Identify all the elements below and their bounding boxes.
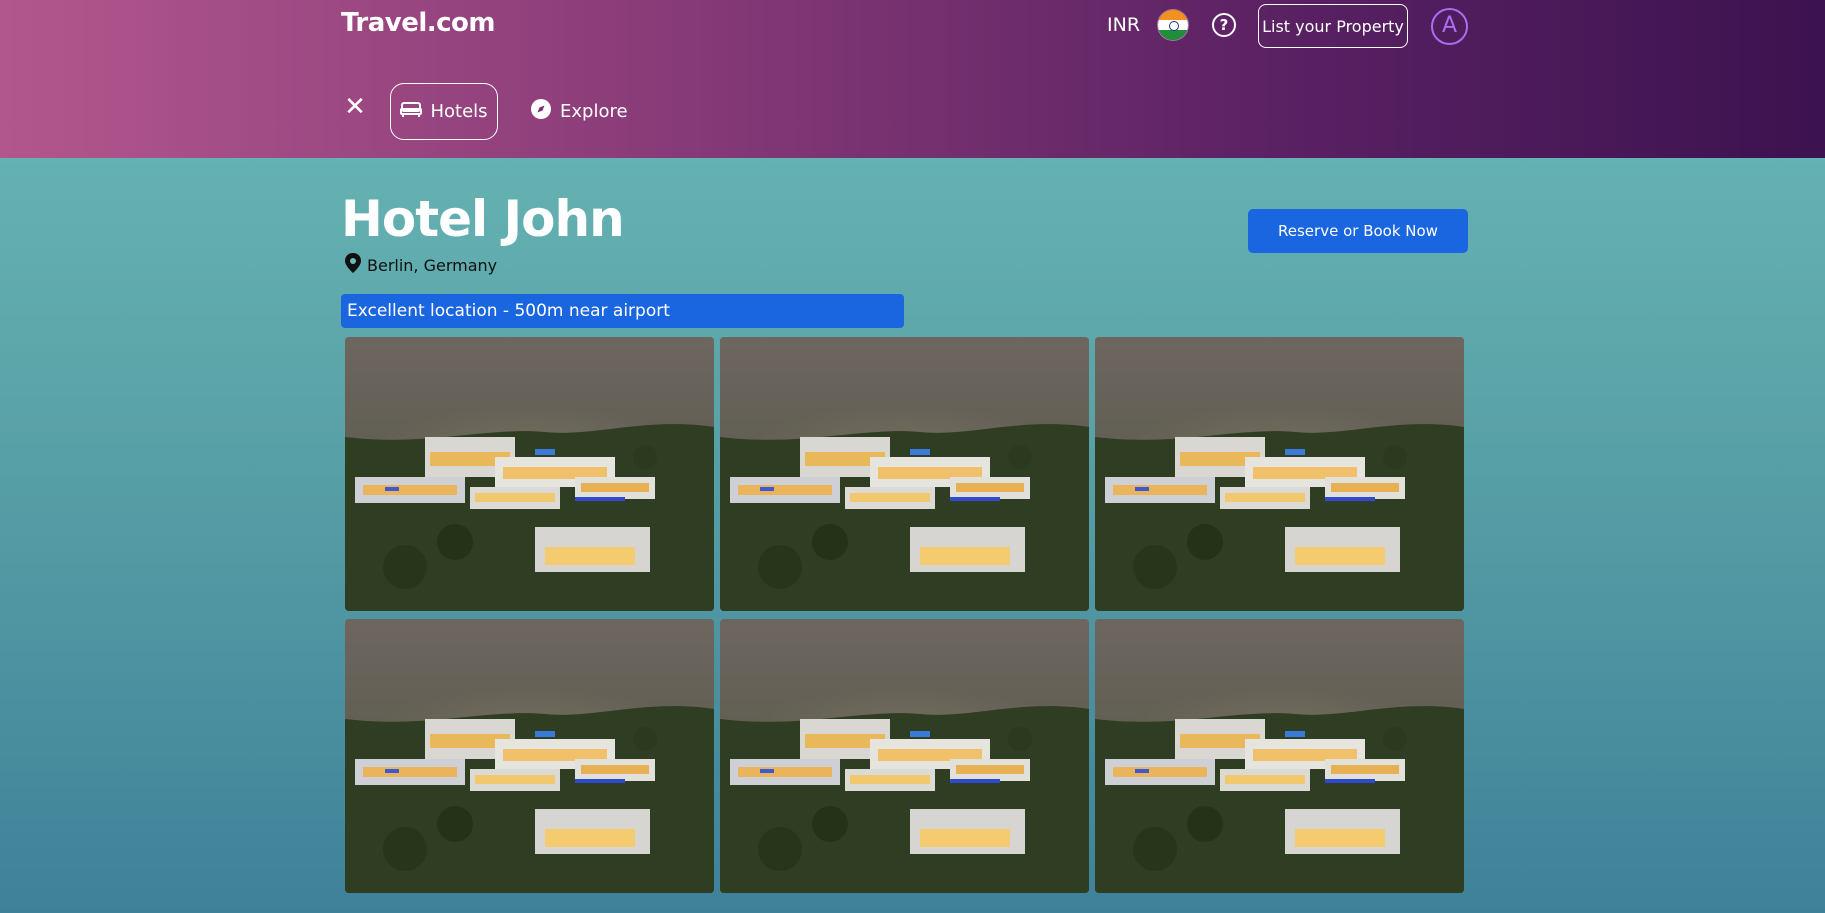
help-circle-icon[interactable]: ? xyxy=(1212,13,1236,37)
bed-icon xyxy=(400,100,423,123)
tab-hotels-label: Hotels xyxy=(430,101,488,122)
tab-hotels[interactable]: Hotels xyxy=(390,83,498,140)
hotel-photo[interactable] xyxy=(345,337,714,611)
location-text: Berlin, Germany xyxy=(367,255,498,275)
hotel-name: Hotel John xyxy=(341,190,625,248)
reserve-button[interactable]: Reserve or Book Now xyxy=(1248,209,1468,253)
user-avatar[interactable]: A xyxy=(1431,8,1468,45)
location-highlight-banner: Excellent location - 500m near airport xyxy=(341,294,904,328)
india-flag-icon[interactable] xyxy=(1158,10,1188,40)
hotel-photo[interactable] xyxy=(1095,337,1464,611)
top-header: Travel.com INR ? List your Property A ✕ … xyxy=(0,0,1825,158)
hotel-location: Berlin, Germany xyxy=(343,252,497,278)
tab-explore-label: Explore xyxy=(560,100,628,122)
currency-selector[interactable]: INR xyxy=(1107,14,1140,36)
brand-logo[interactable]: Travel.com xyxy=(341,8,495,38)
tab-explore[interactable]: Explore xyxy=(530,96,628,126)
compass-icon xyxy=(530,98,552,125)
hotel-photo[interactable] xyxy=(720,337,1089,611)
photo-gallery xyxy=(345,337,1465,894)
list-property-button[interactable]: List your Property xyxy=(1258,4,1408,48)
hotel-photo[interactable] xyxy=(720,619,1089,893)
hotel-photo[interactable] xyxy=(1095,619,1464,893)
hotel-photo[interactable] xyxy=(345,619,714,893)
close-icon[interactable]: ✕ xyxy=(342,94,368,120)
map-pin-icon xyxy=(343,252,363,278)
